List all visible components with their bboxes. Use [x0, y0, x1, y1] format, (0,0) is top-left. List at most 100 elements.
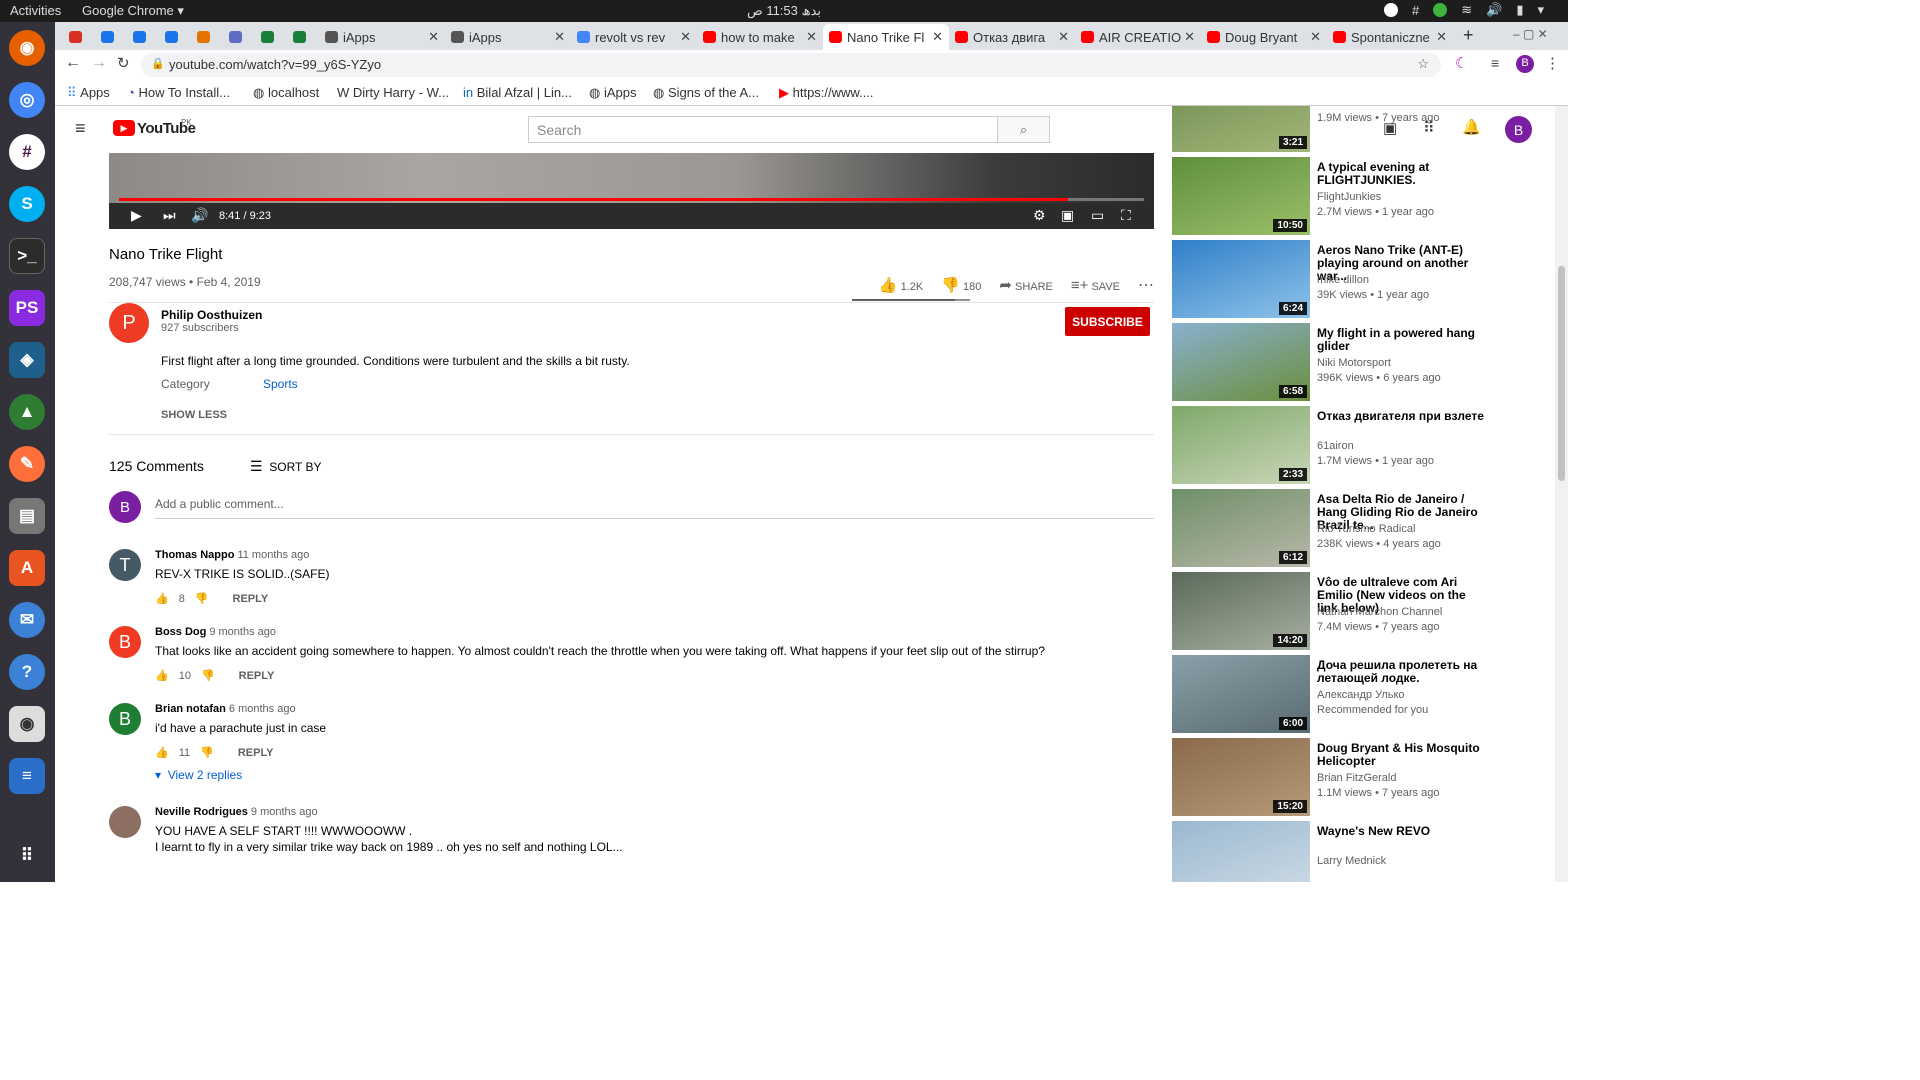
profile-avatar[interactable]: B — [1516, 55, 1534, 73]
back-icon[interactable]: ← — [65, 54, 81, 72]
tab-close-icon[interactable]: ✕ — [1310, 29, 1321, 45]
channel-name[interactable]: Philip Oosthuizen — [161, 308, 262, 322]
tab-close-icon[interactable]: ✕ — [680, 29, 691, 45]
bookmark-iapps[interactable]: ◍ iApps — [589, 85, 637, 101]
progress-bar[interactable] — [119, 198, 1144, 201]
robo-icon[interactable]: ▲ — [9, 394, 45, 430]
theater-mode-icon[interactable]: ▭ — [1091, 207, 1104, 224]
page-scrollbar[interactable] — [1555, 106, 1568, 882]
files-icon[interactable]: ▤ — [9, 498, 45, 534]
browser-tab[interactable]: AIR CREATIO ✕ — [1075, 24, 1201, 50]
tab-close-icon[interactable]: ✕ — [554, 29, 565, 45]
related-video-item[interactable]: 14:20 Vôo de ultraleve com Ari Emilio (Ne… — [1172, 572, 1492, 651]
browser-tab[interactable] — [191, 24, 223, 50]
slack-icon[interactable]: # — [9, 134, 45, 170]
video-thumbnail[interactable]: 2:33 — [1172, 406, 1310, 484]
menu-kebab-icon[interactable]: ⋮ — [1545, 54, 1560, 72]
related-video-item[interactable]: 15:20 Doug Bryant & His Mosquito Helicopt… — [1172, 738, 1492, 817]
thumbs-up-icon[interactable]: 👍 — [155, 746, 169, 759]
browser-tab[interactable]: Nano Trike Fl ✕ — [823, 24, 949, 50]
more-actions-icon[interactable]: ⋯ — [1138, 275, 1154, 295]
show-apps-icon[interactable]: ⠿ — [9, 838, 45, 874]
scrollbar-thumb[interactable] — [1558, 266, 1565, 481]
settings-gear-icon[interactable]: ⚙ — [1033, 207, 1046, 224]
thumbs-down-icon[interactable]: 👎 — [195, 592, 209, 605]
related-video-channel[interactable]: 61airon — [1317, 440, 1354, 452]
terminal-icon[interactable]: >_ — [9, 238, 45, 274]
browser-tab[interactable] — [255, 24, 287, 50]
video-thumbnail[interactable] — [1172, 821, 1310, 882]
reload-icon[interactable]: ↻ — [117, 54, 130, 72]
tab-close-icon[interactable]: ✕ — [1184, 29, 1195, 45]
channel-avatar[interactable]: P — [109, 303, 149, 343]
bookmark-signs[interactable]: ◍ Signs of the A... — [653, 85, 759, 101]
software-center-icon[interactable]: A — [9, 550, 45, 586]
writer-icon[interactable]: ≡ — [9, 758, 45, 794]
category-link[interactable]: Sports — [263, 377, 298, 391]
forward-icon[interactable]: → — [91, 54, 107, 72]
thunderbird-icon[interactable]: ✉ — [9, 602, 45, 638]
clock[interactable]: بدھ 11:53 ص — [0, 3, 1568, 19]
related-video-item[interactable]: 2:33 Отказ двигателя при взлете 61airon 1.7… — [1172, 406, 1492, 485]
browser-tab[interactable] — [63, 24, 95, 50]
bookmark-apps[interactable]: ⠿ Apps — [67, 85, 110, 101]
account-avatar[interactable]: B — [1505, 116, 1532, 143]
video-thumbnail[interactable]: 3:21 — [1172, 106, 1310, 152]
phpstorm-icon[interactable]: PS — [9, 290, 45, 326]
tab-close-icon[interactable]: ✕ — [932, 29, 943, 45]
tab-close-icon[interactable]: ✕ — [1058, 29, 1069, 45]
bookmark-youtube-link[interactable]: ▶ https://www.... — [779, 85, 874, 101]
related-video-title[interactable]: Доча решила пролететь на летающей лодке. — [1317, 659, 1487, 685]
next-icon[interactable]: ⏭ — [163, 207, 176, 224]
related-video-title[interactable]: Отказ двигателя при взлете — [1317, 410, 1487, 423]
browser-tab[interactable] — [95, 24, 127, 50]
related-video-item[interactable]: 6:24 Aeros Nano Trike (ANT-E) playing aro… — [1172, 240, 1492, 319]
browser-tab[interactable]: how to make ✕ — [697, 24, 823, 50]
related-video-channel[interactable]: Brian FitzGerald — [1317, 772, 1396, 784]
record-icon[interactable] — [1383, 3, 1398, 17]
video-thumbnail[interactable]: 6:12 — [1172, 489, 1310, 567]
skype-icon[interactable]: S — [9, 186, 45, 222]
comment-time[interactable]: 9 months ago — [251, 806, 318, 818]
sort-by-button[interactable]: ☰ SORT BY — [250, 458, 321, 475]
tab-close-icon[interactable]: ✕ — [806, 29, 817, 45]
browser-tab[interactable] — [223, 24, 255, 50]
related-video-title[interactable]: My flight in a powered hang glider — [1317, 327, 1487, 353]
video-thumbnail[interactable]: 15:20 — [1172, 738, 1310, 816]
comment-author[interactable]: Brian notafan 6 months ago — [155, 703, 296, 715]
play-icon[interactable]: ▶ — [131, 207, 142, 224]
comment-time[interactable]: 6 months ago — [229, 703, 296, 715]
related-video-title[interactable]: Doug Bryant & His Mosquito Helicopter — [1317, 742, 1487, 768]
browser-tab[interactable] — [159, 24, 191, 50]
commenter-avatar-photo[interactable] — [109, 806, 141, 838]
subscribe-button[interactable]: SUBSCRIBE — [1065, 307, 1150, 336]
thumbs-down-icon[interactable]: 👎 — [201, 669, 215, 682]
commenter-avatar[interactable]: B — [109, 703, 141, 735]
slack-tray-icon[interactable]: # — [1412, 3, 1419, 18]
related-video-title[interactable]: A typical evening at FLIGHTJUNKIES. — [1317, 161, 1487, 187]
commenter-avatar[interactable]: B — [109, 626, 141, 658]
related-video-title[interactable]: Wayne's New REVO — [1317, 825, 1487, 838]
commenter-avatar[interactable]: T — [109, 549, 141, 581]
browser-tab[interactable]: Spontaniczne ✕ — [1327, 24, 1453, 50]
dislike-button[interactable]: 👎 180 — [941, 276, 981, 294]
reply-button[interactable]: REPLY — [233, 593, 269, 605]
video-thumbnail[interactable]: 6:00 — [1172, 655, 1310, 733]
browser-tab[interactable]: iApps ✕ — [319, 24, 445, 50]
related-video-item[interactable]: 6:00 Доча решила пролететь на летающей ло… — [1172, 655, 1492, 734]
new-tab-icon[interactable]: + — [1463, 25, 1474, 46]
browser-tab[interactable] — [287, 24, 319, 50]
share-button[interactable]: ➦ SHARE — [999, 276, 1053, 294]
chrome-icon[interactable]: ◎ — [9, 82, 45, 118]
video-thumbnail[interactable]: 10:50 — [1172, 157, 1310, 235]
related-video-channel[interactable]: FlightJunkies — [1317, 191, 1381, 203]
add-comment-input[interactable]: Add a public comment... — [155, 497, 1154, 519]
hamburger-menu-icon[interactable]: ≡ — [75, 118, 86, 139]
related-video-item[interactable]: 10:50 A typical evening at FLIGHTJUNKIES.… — [1172, 157, 1492, 236]
browser-tab[interactable]: Doug Bryant ✕ — [1201, 24, 1327, 50]
reply-button[interactable]: REPLY — [239, 670, 275, 682]
comment-time[interactable]: 9 months ago — [209, 626, 276, 638]
comment-author[interactable]: Thomas Nappo 11 months ago — [155, 549, 309, 561]
related-video-channel[interactable]: Rio Turismo Radical — [1317, 523, 1415, 535]
thumbs-up-icon[interactable]: 👍 — [155, 592, 169, 605]
